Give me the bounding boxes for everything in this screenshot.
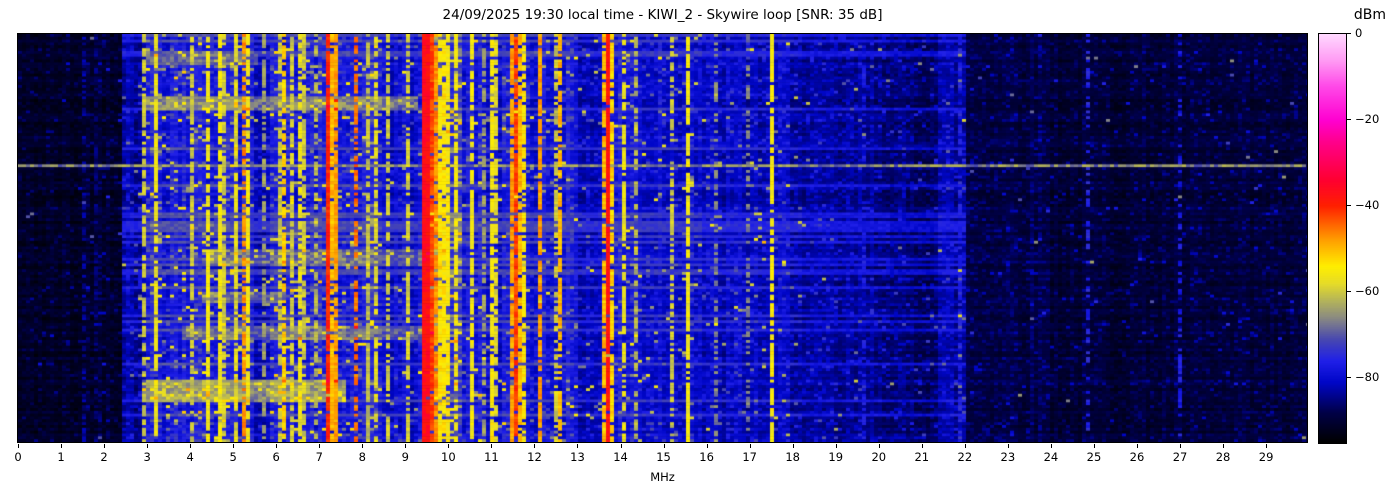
x-tick-label: 13	[562, 450, 592, 464]
colorbar-tick-mark	[1347, 119, 1351, 120]
x-tick-mark	[1180, 444, 1181, 448]
x-tick-label: 14	[606, 450, 636, 464]
x-tick-label: 9	[390, 450, 420, 464]
x-tick-label: 15	[649, 450, 679, 464]
x-tick-mark	[879, 444, 880, 448]
x-tick-label: 1	[46, 450, 76, 464]
x-tick-mark	[448, 444, 449, 448]
x-tick-label: 19	[821, 450, 851, 464]
x-tick-label: 18	[778, 450, 808, 464]
x-tick-label: 24	[1036, 450, 1066, 464]
spectrogram-canvas	[18, 34, 1307, 442]
chart-title: 24/09/2025 19:30 local time - KIWI_2 - S…	[17, 7, 1308, 23]
x-tick-mark	[1051, 444, 1052, 448]
colorbar-tick-label: 0	[1355, 26, 1395, 40]
x-tick-mark	[707, 444, 708, 448]
x-tick-label: 3	[132, 450, 162, 464]
x-tick-label: 8	[347, 450, 377, 464]
x-tick-label: 10	[433, 450, 463, 464]
x-tick-label: 11	[476, 450, 506, 464]
x-tick-mark	[836, 444, 837, 448]
x-tick-mark	[1094, 444, 1095, 448]
colorbar-tick-label: −80	[1355, 370, 1395, 384]
x-tick-label: 7	[304, 450, 334, 464]
x-tick-label: 20	[864, 450, 894, 464]
colorbar-tick-mark	[1347, 205, 1351, 206]
x-tick-label: 6	[261, 450, 291, 464]
x-tick-label: 0	[3, 450, 33, 464]
colorbar-tick-label: −20	[1355, 112, 1395, 126]
x-tick-mark	[147, 444, 148, 448]
x-tick-mark	[18, 444, 19, 448]
colorbar-unit-label: dBm	[1346, 7, 1394, 23]
x-tick-mark	[276, 444, 277, 448]
x-tick-label: 23	[993, 450, 1023, 464]
x-tick-mark	[362, 444, 363, 448]
x-tick-label: 22	[950, 450, 980, 464]
x-axis-label: MHz	[17, 470, 1308, 484]
plot-frame	[17, 33, 1308, 443]
colorbar-frame	[1318, 33, 1347, 444]
x-tick-label: 12	[519, 450, 549, 464]
x-tick-mark	[61, 444, 62, 448]
x-tick-mark	[319, 444, 320, 448]
x-tick-label: 5	[218, 450, 248, 464]
colorbar-canvas	[1319, 34, 1346, 443]
x-tick-label: 2	[89, 450, 119, 464]
spectrogram-figure: 24/09/2025 19:30 local time - KIWI_2 - S…	[0, 0, 1400, 500]
x-tick-mark	[965, 444, 966, 448]
x-tick-mark	[1266, 444, 1267, 448]
x-tick-mark	[1008, 444, 1009, 448]
x-tick-mark	[491, 444, 492, 448]
colorbar-tick-label: −40	[1355, 198, 1395, 212]
x-tick-mark	[190, 444, 191, 448]
x-tick-label: 27	[1165, 450, 1195, 464]
x-tick-label: 16	[692, 450, 722, 464]
x-tick-label: 17	[735, 450, 765, 464]
x-tick-mark	[922, 444, 923, 448]
colorbar-tick-mark	[1347, 377, 1351, 378]
colorbar-tick-mark	[1347, 291, 1351, 292]
x-tick-mark	[1137, 444, 1138, 448]
x-tick-mark	[664, 444, 665, 448]
x-tick-mark	[405, 444, 406, 448]
x-tick-mark	[1223, 444, 1224, 448]
colorbar-tick-mark	[1347, 33, 1351, 34]
x-tick-mark	[750, 444, 751, 448]
x-tick-mark	[534, 444, 535, 448]
x-tick-label: 28	[1208, 450, 1238, 464]
x-tick-label: 21	[907, 450, 937, 464]
colorbar-tick-label: −60	[1355, 284, 1395, 298]
x-tick-label: 26	[1122, 450, 1152, 464]
x-tick-mark	[104, 444, 105, 448]
x-tick-mark	[793, 444, 794, 448]
x-tick-mark	[621, 444, 622, 448]
x-tick-mark	[233, 444, 234, 448]
x-tick-label: 29	[1251, 450, 1281, 464]
x-tick-label: 4	[175, 450, 205, 464]
x-tick-mark	[577, 444, 578, 448]
x-tick-label: 25	[1079, 450, 1109, 464]
